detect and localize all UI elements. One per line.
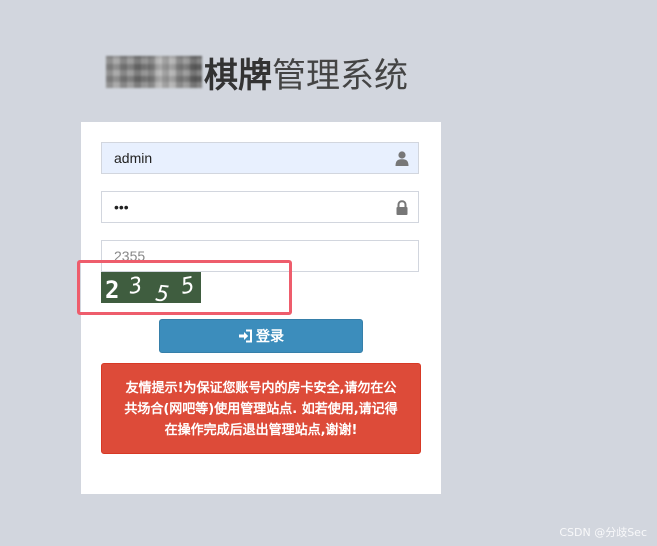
page-title-rest: 管理系统 [272,55,408,96]
password-field [101,191,419,223]
watermark: CSDN @分歧Sec [559,526,647,539]
page-title: 棋牌 管理系统 [106,50,408,96]
user-icon [395,151,409,166]
login-button-label: 登录 [256,329,284,345]
lock-icon [396,200,408,215]
captcha-highlight-box [77,260,292,315]
page-title-bold: 棋牌 [204,55,272,96]
username-input[interactable] [102,143,394,173]
notice-text: 友情提示!为保证您账号内的房卡安全,请勿在公共场合(网吧等)使用管理站点. 如若… [124,381,398,438]
redacted-logo-text [106,56,202,88]
sign-in-icon [239,329,252,343]
password-input[interactable] [102,192,394,222]
username-field [101,142,419,174]
notice-alert: 友情提示!为保证您账号内的房卡安全,请勿在公共场合(网吧等)使用管理站点. 如若… [101,363,421,454]
login-button[interactable]: 登录 [159,319,363,353]
